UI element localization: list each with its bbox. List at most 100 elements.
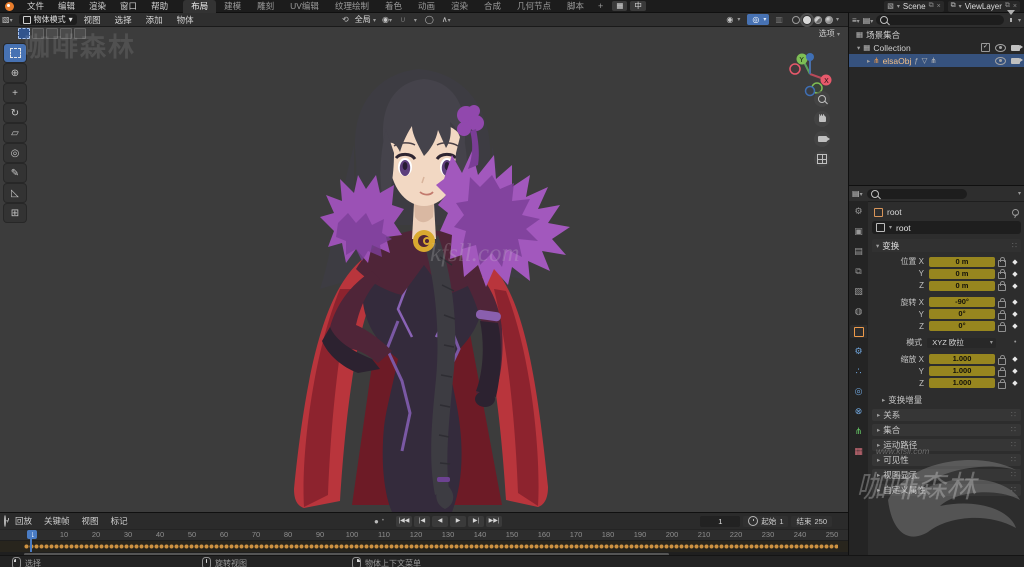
current-frame-field[interactable]: 1 [700, 515, 741, 527]
tool-button[interactable]: ⊞ [4, 204, 26, 222]
outliner-row-collection[interactable]: ▾ ▦ Collection ✓ [849, 41, 1024, 54]
properties-tab[interactable]: ⋔ [850, 425, 867, 438]
tool-button[interactable]: ↻ [4, 104, 26, 122]
frame-start-field[interactable]: 起始 1 [743, 515, 789, 527]
material-shading-icon[interactable] [813, 15, 822, 24]
keyframe-diamond-icon[interactable] [1009, 355, 1021, 363]
properties-tab[interactable] [850, 325, 867, 338]
keyframe-diamond-icon[interactable] [1009, 379, 1021, 387]
properties-tab[interactable]: ◍ [850, 305, 867, 318]
new-scene-icon[interactable]: ⧉ [929, 2, 934, 10]
workspace-tab[interactable]: 纹理绘制 [327, 0, 377, 13]
keyframe-diamond-icon[interactable] [1009, 367, 1021, 375]
lock-icon[interactable] [995, 378, 1009, 389]
camera-visibility-icon[interactable] [1011, 57, 1023, 64]
mode-dropdown[interactable]: 物体模式 ▾ [18, 14, 77, 25]
properties-tab[interactable]: ⊗ [850, 405, 867, 418]
workspace-tab[interactable]: 布局 [183, 0, 217, 13]
disclosure-icon[interactable]: ▾ [857, 44, 860, 52]
shading-dropdown[interactable]: ▾ [836, 16, 839, 23]
workspace-tab[interactable]: 几何节点 [509, 0, 559, 13]
lock-icon[interactable] [995, 297, 1009, 308]
keyframe-diamond-icon[interactable] [1009, 258, 1021, 266]
lock-icon[interactable] [995, 321, 1009, 332]
keyframe-diamond-icon[interactable] [1009, 270, 1021, 278]
next-keyframe-button[interactable]: ▶| [468, 515, 484, 527]
keyframe-diamond-icon[interactable] [1009, 310, 1021, 318]
rendered-shading-icon[interactable] [824, 15, 833, 24]
addon-icon-button[interactable]: ▦ [612, 1, 628, 11]
lock-icon[interactable] [995, 280, 1009, 292]
tool-button[interactable]: ▱ [4, 124, 26, 142]
value-field[interactable]: 0 m [929, 268, 995, 279]
properties-tab[interactable]: ▦ [850, 445, 867, 458]
properties-options-dropdown[interactable]: ▾ [1018, 190, 1021, 197]
show-overlays-dropdown[interactable]: ◎ ▾ [747, 14, 770, 25]
select-mode-new-icon[interactable] [18, 28, 30, 39]
outliner-search-input[interactable] [876, 15, 1004, 25]
collapsed-panel[interactable]: ▸ 集合 ∷ [872, 423, 1021, 436]
frame-end-field[interactable]: 结束 250 [791, 515, 832, 527]
viewport-menu-item[interactable]: 物体 [170, 14, 201, 26]
select-mode-subtract-icon[interactable] [46, 28, 58, 39]
options-dropdown[interactable]: 选项 ▾ [819, 28, 840, 39]
panel-menu-icon[interactable]: ∷ [1011, 470, 1016, 479]
workspace-tab[interactable]: 雕刻 [249, 0, 282, 13]
panel-menu-icon[interactable]: ∷ [1012, 241, 1017, 250]
value-field[interactable]: 1.000 [929, 366, 995, 377]
play-button[interactable]: ▶ [450, 515, 466, 527]
delta-transform-subpanel[interactable]: ▸ 变换增量 [872, 394, 1021, 406]
properties-tab[interactable]: ⧉ [850, 265, 867, 278]
camera-view-icon[interactable] [814, 131, 830, 147]
panel-menu-icon[interactable]: ∷ [1011, 455, 1016, 464]
properties-tab[interactable]: ⚙ [850, 345, 867, 358]
timeline-menu-item[interactable]: 视图 [76, 515, 105, 527]
lock-icon[interactable] [995, 309, 1009, 320]
object-name-field[interactable]: ▾ root [872, 221, 1021, 234]
properties-tab[interactable]: ▤ [850, 245, 867, 258]
tool-button[interactable] [4, 44, 26, 62]
value-field[interactable]: 0° [929, 309, 995, 320]
blender-logo-icon[interactable] [5, 1, 14, 11]
new-view-layer-icon[interactable]: ⧉ [1005, 2, 1010, 10]
viewport-3d[interactable]: ⊕ + ↻ ▱ ◎ ✎ ◺ ⊞ X Y 选项 ▾ 咖啡森林 kfsll.com [0, 27, 848, 512]
panel-menu-icon[interactable]: ∷ [1011, 425, 1016, 434]
pivot-point-dropdown[interactable]: ◉▾ [380, 15, 394, 24]
perspective-toggle-icon[interactable] [814, 151, 830, 167]
jump-to-start-button[interactable]: |◀◀ [396, 515, 412, 527]
editor-type-icon[interactable]: ▧▾ [0, 15, 15, 24]
toggle-xray-icon[interactable]: ▥ [773, 15, 785, 24]
filter-funnel-icon[interactable] [1006, 10, 1015, 25]
properties-tab[interactable]: ▧ [850, 285, 867, 298]
play-reverse-button[interactable]: ◀ [432, 515, 448, 527]
tool-button[interactable]: ⊕ [4, 64, 26, 82]
workspace-tab[interactable]: 着色 [377, 0, 410, 13]
keyframe-diamond-icon[interactable] [1009, 298, 1021, 306]
topbar-menu-item[interactable]: 渲染 [82, 0, 113, 13]
editor-type-icon[interactable] [4, 515, 6, 527]
viewport-menu-item[interactable]: 选择 [108, 14, 139, 26]
transform-panel-header[interactable]: ▾ 变换 ∷ [872, 239, 1021, 252]
timeline-ruler[interactable]: 1102030405060708090100110120130140150160… [0, 529, 848, 540]
properties-tab[interactable]: ∴ [850, 365, 867, 378]
jump-to-end-button[interactable]: ▶▶| [486, 515, 502, 527]
workspace-tab[interactable]: UV编辑 [282, 0, 327, 13]
tool-button[interactable]: ◺ [4, 184, 26, 202]
collapsed-panel[interactable]: ▸ 自定义属性 ∷ [872, 483, 1021, 496]
properties-search-input[interactable] [866, 188, 967, 199]
viewport-menu-item[interactable]: 视图 [77, 14, 108, 26]
properties-tab[interactable]: ▣ [850, 225, 867, 238]
eye-icon[interactable] [995, 43, 1006, 52]
eye-icon[interactable] [995, 56, 1006, 65]
collapsed-panel[interactable]: ▸ 关系 ∷ [872, 408, 1021, 421]
timeline-menu-item[interactable]: 回放 [9, 515, 38, 527]
timeline-menu-item[interactable]: 关键帧 [38, 515, 76, 527]
panel-menu-icon[interactable]: ∷ [1011, 410, 1016, 419]
keying-set-dot-icon[interactable]: • [382, 518, 384, 524]
workspace-tab[interactable]: 渲染 [443, 0, 476, 13]
value-field[interactable]: 0 m [929, 256, 995, 267]
pan-hand-icon[interactable] [814, 111, 830, 127]
value-field[interactable]: XYZ 欧拉 [927, 337, 996, 348]
keyframe-diamond-icon[interactable] [1009, 322, 1021, 330]
lock-icon[interactable] [995, 366, 1009, 377]
